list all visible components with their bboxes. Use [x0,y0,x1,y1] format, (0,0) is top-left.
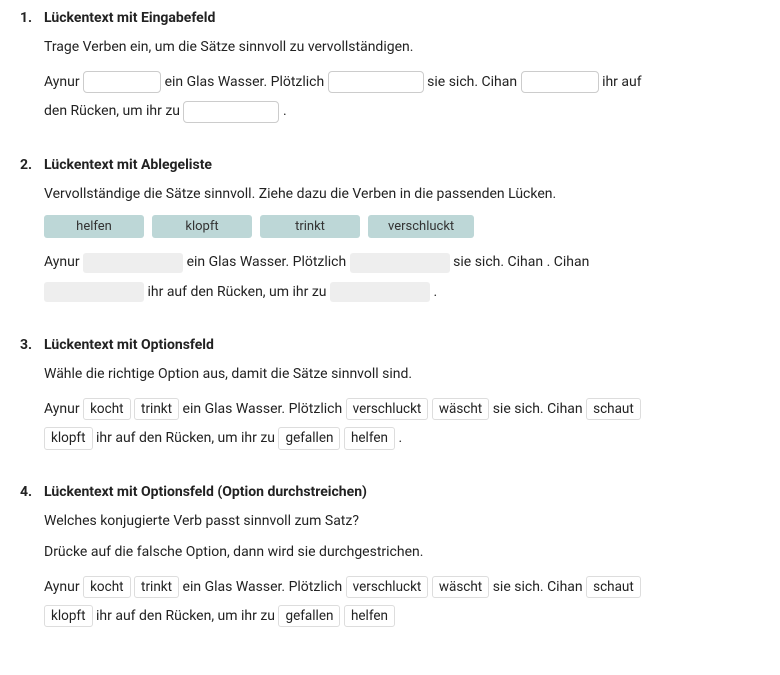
blank-input[interactable] [183,101,279,123]
exercise-1: 1. Lückentext mit Eingabefeld Trage Verb… [20,8,666,127]
text-fragment: . [283,103,287,119]
exercise-header: 1. Lückentext mit Eingabefeld [20,8,666,29]
exercise-title: Lückentext mit Ablegeliste [44,155,212,176]
cloze-sentence: Aynur ein Glas Wasser. Plötzlich sie sic… [44,68,666,127]
strike-option-button[interactable]: verschluckt [346,576,429,598]
exercise-instruction: Wähle die richtige Option aus, damit die… [44,364,666,385]
text-fragment: ihr auf den Rücken, um ihr zu [147,284,329,300]
text-fragment: Aynur [44,579,83,595]
drop-target[interactable] [330,282,430,302]
text-fragment: sie sich. Cihan [453,254,546,270]
exercise-number: 2. [20,155,44,176]
exercise-title: Lückentext mit Optionsfeld (Option durch… [44,482,367,503]
text-fragment: ihr auf den Rücken, um ihr zu [96,608,278,624]
exercise-3: 3. Lückentext mit Optionsfeld Wähle die … [20,335,666,454]
exercise-number: 1. [20,8,44,29]
drag-item[interactable]: klopft [152,215,252,239]
exercise-header: 3. Lückentext mit Optionsfeld [20,335,666,356]
option-button[interactable]: wäscht [432,398,489,420]
drag-item[interactable]: helfen [44,215,144,239]
strike-option-button[interactable]: gefallen [278,605,340,627]
text-fragment: ein Glas Wasser. Plötzlich [165,74,328,90]
exercise-title: Lückentext mit Eingabefeld [44,8,215,29]
blank-input[interactable] [521,71,599,93]
exercise-number: 4. [20,482,44,503]
exercise-instruction: Drücke auf die falsche Option, dann wird… [44,542,666,563]
strike-option-button[interactable]: schaut [586,576,641,598]
option-button[interactable]: helfen [344,427,395,449]
text-fragment: Cihan [554,254,590,270]
exercise-instruction: Vervollständige die Sätze sinnvoll. Zieh… [44,184,666,205]
strike-option-button[interactable]: helfen [344,605,395,627]
exercise-instruction: Trage Verben ein, um die Sätze sinnvoll … [44,37,666,58]
exercise-instruction: Welches konjugierte Verb passt sinnvoll … [44,511,666,532]
exercise-header: 4. Lückentext mit Optionsfeld (Option du… [20,482,666,503]
text-fragment: ein Glas Wasser. Plötzlich [187,254,350,270]
option-sentence: Aynur kocht trinkt ein Glas Wasser. Plöt… [44,573,666,632]
option-button[interactable]: verschluckt [346,398,429,420]
drop-target[interactable] [44,282,144,302]
exercise-number: 3. [20,335,44,356]
text-fragment: . [547,254,551,270]
text-fragment: Aynur [44,74,83,90]
strike-option-button[interactable]: kocht [83,576,130,598]
option-button[interactable]: schaut [586,398,641,420]
exercise-2: 2. Lückentext mit Ablegeliste Vervollstä… [20,155,666,307]
exercise-header: 2. Lückentext mit Ablegeliste [20,155,666,176]
drop-target[interactable] [350,253,450,273]
text-fragment: Aynur [44,254,83,270]
option-button[interactable]: trinkt [134,398,179,420]
text-fragment: ihr auf den Rücken, um ihr zu [96,430,278,446]
blank-input[interactable] [83,71,161,93]
text-fragment: sie sich. Cihan [493,579,586,595]
drag-item[interactable]: verschluckt [368,215,474,239]
option-button[interactable]: klopft [44,427,93,449]
drag-source-list: helfen klopft trinkt verschluckt [44,215,666,239]
text-fragment: sie sich. Cihan [427,74,520,90]
strike-option-button[interactable]: trinkt [134,576,179,598]
text-fragment: . [433,284,437,300]
exercise-title: Lückentext mit Optionsfeld [44,335,214,356]
text-fragment: ein Glas Wasser. Plötzlich [183,401,346,417]
text-fragment: . [398,430,402,446]
option-button[interactable]: kocht [83,398,130,420]
drag-item[interactable]: trinkt [260,215,360,239]
cloze-sentence: Aynur ein Glas Wasser. Plötzlich sie sic… [44,248,666,307]
option-sentence: Aynur kocht trinkt ein Glas Wasser. Plöt… [44,395,666,454]
drop-target[interactable] [83,253,183,273]
blank-input[interactable] [328,71,424,93]
text-fragment: sie sich. Cihan [493,401,586,417]
text-fragment: ein Glas Wasser. Plötzlich [183,579,346,595]
strike-option-button[interactable]: wäscht [432,576,489,598]
text-fragment: Aynur [44,401,83,417]
option-button[interactable]: gefallen [278,427,340,449]
exercise-4: 4. Lückentext mit Optionsfeld (Option du… [20,482,666,632]
strike-option-button[interactable]: klopft [44,605,93,627]
